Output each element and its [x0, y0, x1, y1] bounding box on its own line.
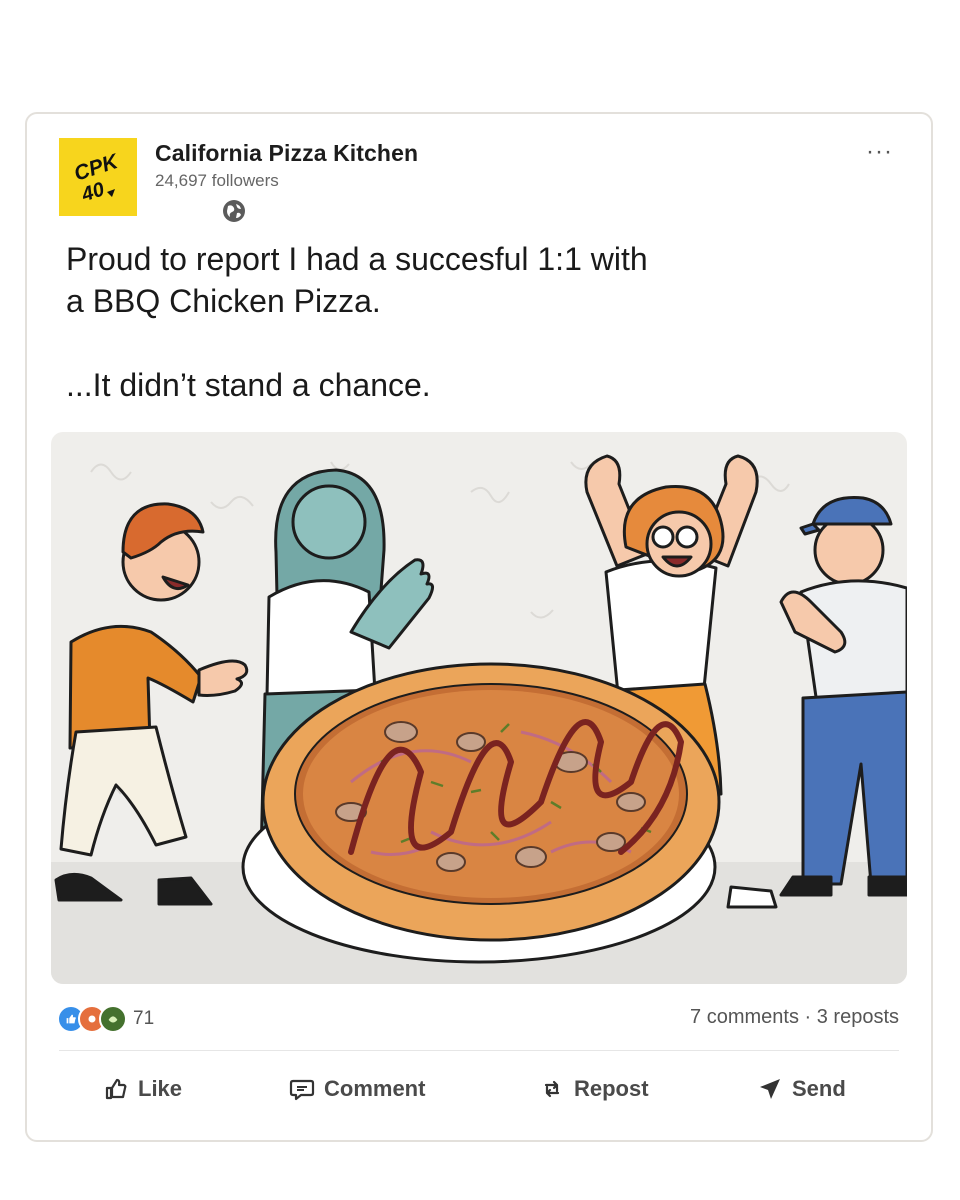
like-label: Like [138, 1076, 183, 1101]
send-label: Send [792, 1076, 846, 1101]
globe-icon [221, 198, 247, 224]
reposts-count-link[interactable]: 3 reposts [817, 1006, 899, 1028]
send-button[interactable]: Send [757, 1076, 846, 1102]
post-text: Proud to report I had a succesful 1:1 wi… [66, 238, 826, 406]
comment-label: Comment [324, 1076, 426, 1101]
divider [59, 1050, 899, 1051]
comment-icon [289, 1079, 315, 1101]
repost-button[interactable]: Repost [539, 1076, 649, 1102]
repost-icon [544, 1080, 560, 1098]
stats-separator: · [804, 1006, 817, 1028]
post-text-line: ...It didn’t stand a chance. [66, 367, 431, 403]
thumbs-up-icon [105, 1078, 127, 1100]
send-icon [760, 1079, 780, 1099]
action-bar: Like Comment Repost Send [27, 1076, 931, 1120]
support-reaction-icon [99, 1005, 127, 1033]
comments-count-link[interactable]: 7 comments [690, 1006, 799, 1028]
post-text-line: Proud to report I had a succesful 1:1 wi… [66, 241, 648, 277]
reaction-summary[interactable]: 71 [57, 1004, 154, 1034]
reaction-count: 71 [133, 1008, 155, 1029]
follower-count: 24,697 followers [155, 171, 279, 190]
more-options-button[interactable]: ··· [866, 140, 893, 164]
company-name[interactable]: California Pizza Kitchen [155, 140, 418, 167]
post-card: CPK 40 California Pizza Kitchen 24,697 f… [25, 112, 933, 1142]
engagement-stats: 7 comments · 3 reposts [690, 1006, 899, 1029]
repost-label: Repost [574, 1076, 649, 1101]
like-button[interactable]: Like [103, 1076, 182, 1102]
post-image[interactable] [51, 432, 907, 984]
company-logo[interactable]: CPK 40 [59, 138, 137, 216]
comment-button[interactable]: Comment [289, 1076, 425, 1102]
post-text-line: a BBQ Chicken Pizza. [66, 283, 381, 319]
